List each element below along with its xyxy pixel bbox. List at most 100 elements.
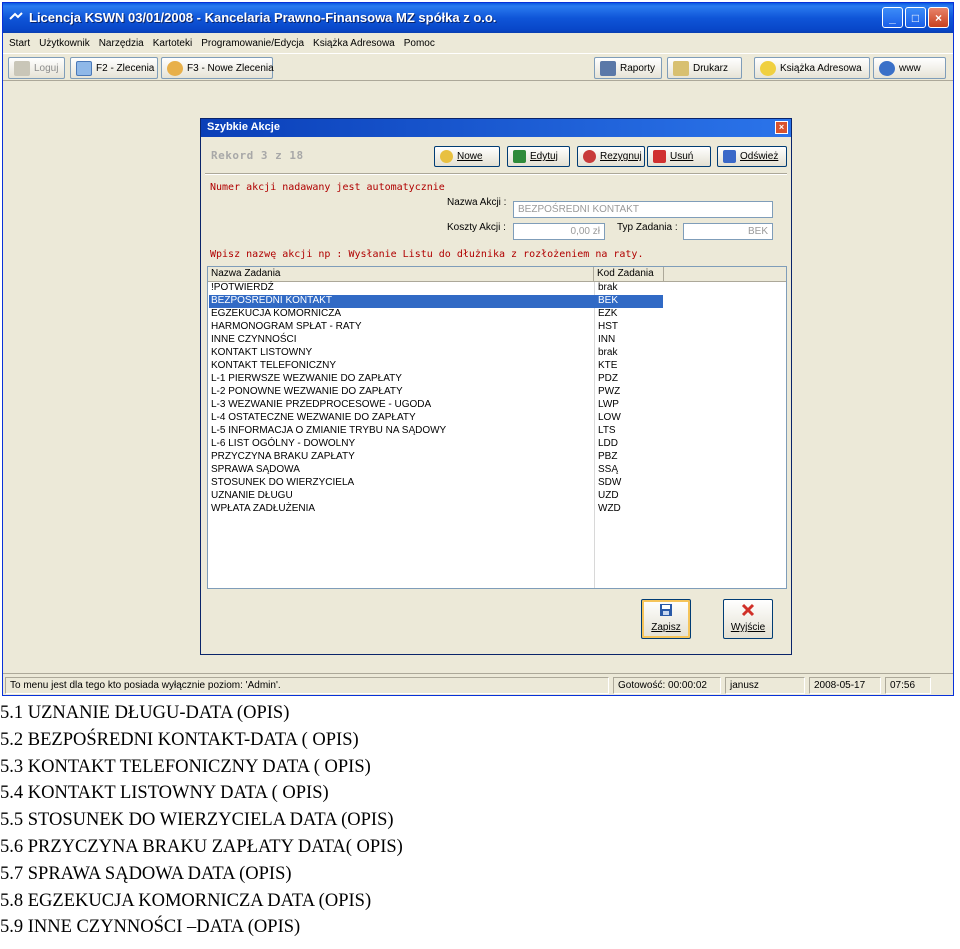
cell-kod-zadania: PBZ <box>598 451 618 462</box>
cell-nazwa-zadania: UZNANIE DŁUGU <box>211 490 293 501</box>
grid-row[interactable]: WPŁATA ZADŁUŻENIA WZD <box>208 503 786 516</box>
grid-row[interactable]: PRZYCZYNA BRAKU ZAPŁATY PBZ <box>208 451 786 464</box>
window-title: Licencja KSWN 03/01/2008 - Kancelaria Pr… <box>29 10 497 25</box>
edytuj-button[interactable]: Edytuj <box>507 146 570 167</box>
doc-line: 5.8 EGZEKUCJA KOMORNICZA DATA (OPIS) <box>0 890 372 911</box>
cell-kod-zadania: PDZ <box>598 373 618 384</box>
drukarz-button[interactable]: Drukarz <box>667 57 742 79</box>
grid-row[interactable]: L-4 OSTATECZNE WEZWANIE DO ZAPŁATY LOW <box>208 412 786 425</box>
grid-row[interactable]: !POTWIERDŹ brak <box>208 282 786 295</box>
usun-button[interactable]: Usuń <box>647 146 711 167</box>
cell-nazwa-zadania: HARMONOGRAM SPŁAT - RATY <box>211 321 362 332</box>
header-kod-zadania[interactable]: Kod Zadania <box>594 267 664 282</box>
grid-row[interactable]: SPRAWA SĄDOWA SSĄ <box>208 464 786 477</box>
cell-nazwa-zadania: BEZPOŚREDNI KONTAKT <box>211 295 332 306</box>
cell-nazwa-zadania: L-4 OSTATECZNE WEZWANIE DO ZAPŁATY <box>211 412 416 423</box>
grid-row[interactable]: HARMONOGRAM SPŁAT - RATY HST <box>208 321 786 334</box>
www-button[interactable]: www <box>873 57 946 79</box>
nazwa-akcji-field[interactable]: BEZPOŚREDNI KONTAKT <box>513 201 773 218</box>
status-date: 2008-05-17 <box>809 677 881 694</box>
dialog-close-button[interactable]: × <box>775 121 788 134</box>
login-icon <box>14 60 30 76</box>
menu-start[interactable]: Start <box>9 38 30 49</box>
koszty-akcji-field[interactable]: 0,00 zł <box>513 223 605 240</box>
grid-row[interactable]: INNE CZYNNOŚCI INN <box>208 334 786 347</box>
cell-nazwa-zadania: L-1 PIERWSZE WEZWANIE DO ZAPŁATY <box>211 373 402 384</box>
grid-row[interactable]: EGZEKUCJA KOMORNICZA EZK <box>208 308 786 321</box>
menu-narzedzia[interactable]: Narzędzia <box>99 38 144 49</box>
login-label: Loguj <box>34 62 59 74</box>
dialog-title-bar[interactable]: Szybkie Akcje × <box>201 119 791 137</box>
menu-pomoc[interactable]: Pomoc <box>404 38 435 49</box>
grid-row[interactable]: UZNANIE DŁUGU UZD <box>208 490 786 503</box>
grid-row[interactable]: STOSUNEK DO WIERZYCIELA SDW <box>208 477 786 490</box>
grid-row[interactable]: L-3 WEZWANIE PRZEDPROCESOWE - UGODA LWP <box>208 399 786 412</box>
cell-nazwa-zadania: L-5 INFORMACJA O ZMIANIE TRYBU NA SĄDOWY <box>211 425 447 436</box>
title-bar[interactable]: Licencja KSWN 03/01/2008 - Kancelaria Pr… <box>3 3 953 33</box>
pencil-icon <box>673 60 689 76</box>
grid-row[interactable]: L-5 INFORMACJA O ZMIANIE TRYBU NA SĄDOWY… <box>208 425 786 438</box>
nowe-button[interactable]: Nowe <box>434 146 500 167</box>
printer-icon <box>600 60 616 76</box>
cell-nazwa-zadania: SPRAWA SĄDOWA <box>211 464 300 475</box>
usun-label: Usuń <box>670 151 694 162</box>
doc-line: 5.7 SPRAWA SĄDOWA DATA (OPIS) <box>0 863 292 884</box>
nowe-zlecenia-button[interactable]: F3 - Nowe Zlecenia <box>161 57 274 79</box>
grid-row[interactable]: L-2 PONOWNE WEZWANIE DO ZAPŁATY PWZ <box>208 386 786 399</box>
menu-kartoteki[interactable]: Kartoteki <box>153 38 192 49</box>
grid-row[interactable]: KONTAKT LISTOWNY brak <box>208 347 786 360</box>
login-button[interactable]: Loguj <box>8 57 65 79</box>
globe-icon <box>879 60 895 76</box>
cell-kod-zadania: KTE <box>598 360 618 371</box>
grid-row[interactable]: L-1 PIERWSZE WEZWANIE DO ZAPŁATY PDZ <box>208 373 786 386</box>
cell-nazwa-zadania: EGZEKUCJA KOMORNICZA <box>211 308 342 319</box>
odswiez-button[interactable]: Odśwież <box>717 146 787 167</box>
toolbar: Loguj F2 - Zlecenia F3 - Nowe Zlecenia R… <box>3 53 953 81</box>
rezygnuj-button[interactable]: Rezygnuj <box>577 146 645 167</box>
cell-kod-zadania: LDD <box>598 438 619 449</box>
cell-kod-zadania: SDW <box>598 477 622 488</box>
grid-row[interactable]: BEZPOŚREDNI KONTAKT BEK <box>208 295 786 308</box>
menu-uzytkownik[interactable]: Użytkownik <box>39 38 90 49</box>
exit-icon <box>741 603 755 617</box>
ksiazka-label: Książka Adresowa <box>780 62 862 74</box>
raporty-label: Raporty <box>620 62 656 74</box>
cell-nazwa-zadania: WPŁATA ZADŁUŻENIA <box>211 503 316 514</box>
document-text: 5.1 UZNANIE DŁUGU-DATA (OPIS) 5.2 BEZPOŚR… <box>0 700 960 941</box>
cell-kod-zadania: brak <box>598 282 618 293</box>
cell-kod-zadania: EZK <box>598 308 618 319</box>
grid-row[interactable]: KONTAKT TELEFONICZNY KTE <box>208 360 786 373</box>
maximize-button[interactable]: □ <box>905 7 926 28</box>
edit-icon <box>513 150 526 163</box>
ksiazka-adresowa-button[interactable]: Książka Adresowa <box>754 57 870 79</box>
zapisz-button[interactable]: Zapisz <box>641 599 691 639</box>
close-button[interactable]: × <box>928 7 949 28</box>
minimize-button[interactable]: _ <box>882 7 903 28</box>
wyjscie-button[interactable]: Wyjście <box>723 599 773 639</box>
header-nazwa-zadania[interactable]: Nazwa Zadania <box>208 267 594 282</box>
menu-bar: Start Użytkownik Narzędzia Kartoteki Pro… <box>3 33 953 53</box>
doc-line: 5.2 BEZPOŚREDNI KONTAKT-DATA ( OPIS) <box>0 729 359 750</box>
save-icon <box>660 604 672 616</box>
status-message: To menu jest dla tego kto posiada wyłącz… <box>5 677 609 694</box>
grid-row[interactable]: L-6 LIST OGÓLNY - DOWOLNY LDD <box>208 438 786 451</box>
menu-ksiazka-adresowa[interactable]: Książka Adresowa <box>313 38 395 49</box>
app-icon <box>9 12 23 20</box>
cell-nazwa-zadania: L-2 PONOWNE WEZWANIE DO ZAPŁATY <box>211 386 403 397</box>
nazwa-akcji-label: Nazwa Akcji : <box>447 197 507 208</box>
raporty-button[interactable]: Raporty <box>594 57 662 79</box>
delete-icon <box>653 150 666 163</box>
record-counter: Rekord 3 z 18 <box>211 149 304 162</box>
doc-line: 5.1 UZNANIE DŁUGU-DATA (OPIS) <box>0 703 290 723</box>
nowe-zlecenia-label: F3 - Nowe Zlecenia <box>187 62 274 74</box>
wyjscie-label: Wyjście <box>730 622 766 633</box>
cell-kod-zadania: WZD <box>598 503 621 514</box>
dialog-divider <box>205 173 787 175</box>
menu-programowanie[interactable]: Programowanie/Edycja <box>201 38 304 49</box>
zlecenia-button[interactable]: F2 - Zlecenia <box>70 57 158 79</box>
new-order-icon <box>167 60 183 76</box>
refresh-icon <box>723 150 736 163</box>
doc-line: 5.5 STOSUNEK DO WIERZYCIELA DATA (OPIS) <box>0 810 394 831</box>
status-gotowosc: Gotowość: 00:00:02 <box>613 677 721 694</box>
typ-zadania-field[interactable]: BEK <box>683 223 773 240</box>
